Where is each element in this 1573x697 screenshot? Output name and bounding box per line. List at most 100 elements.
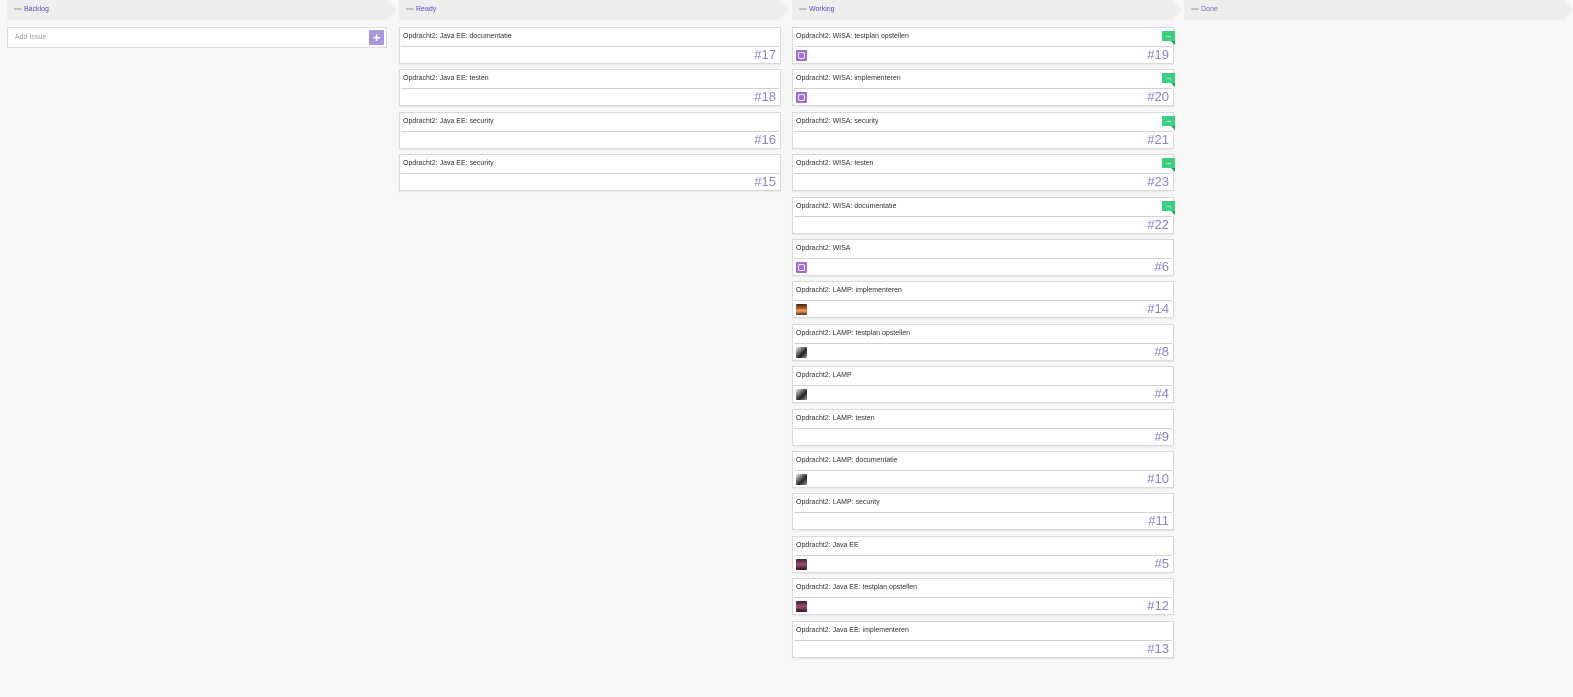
arrow-right-icon[interactable]: →: [1162, 31, 1175, 45]
issue-title[interactable]: Opdracht2: LAMP: [796, 372, 852, 379]
issue-card[interactable]: Opdracht2: LAMP: testen #9: [792, 408, 1174, 446]
issue-card[interactable]: Opdracht2: WISA: testen → #23: [792, 154, 1175, 192]
issue-title[interactable]: Opdracht2: WISA: [796, 245, 850, 252]
issue-card[interactable]: Opdracht2: LAMP: testplan opstellen #8: [792, 323, 1174, 361]
issue-card[interactable]: Opdracht2: Java EE #5: [792, 535, 1174, 573]
issue-card[interactable]: Opdracht2: LAMP #4: [792, 366, 1174, 404]
issue-number-link[interactable]: #22: [1147, 217, 1169, 233]
card-divider: [401, 173, 779, 175]
card-divider: [401, 46, 779, 47]
issue-card[interactable]: Opdracht2: Java EE: documentatie #17: [399, 27, 781, 64]
column-done: Done: [1184, 0, 1573, 20]
column-header-ready[interactable]: Ready: [399, 0, 789, 20]
issue-number-link[interactable]: #10: [1147, 471, 1169, 487]
arrow-right-icon[interactable]: →: [1162, 158, 1175, 173]
dark-photo-avatar[interactable]: [796, 346, 807, 358]
purple-avatar-icon[interactable]: [796, 92, 807, 104]
issue-number-link[interactable]: #4: [1155, 386, 1169, 402]
card-divider: [794, 215, 1172, 217]
card-divider: [794, 512, 1172, 514]
issue-title[interactable]: Opdracht2: WISA: implementeren: [796, 75, 901, 82]
issue-card[interactable]: Opdracht2: LAMP: implementeren #14: [792, 281, 1174, 319]
card-divider: [794, 173, 1172, 175]
issue-title[interactable]: Opdracht2: Java EE: [796, 542, 859, 549]
issue-number-link[interactable]: #21: [1147, 132, 1169, 148]
issue-card[interactable]: Opdracht2: Java EE: testplan opstellen #1…: [792, 578, 1174, 616]
issue-title[interactable]: Opdracht2: WISA: testplan opstellen: [796, 33, 909, 40]
issue-card[interactable]: Opdracht2: Java EE: testen #18: [399, 69, 781, 107]
issue-number-link[interactable]: #11: [1148, 513, 1169, 529]
issue-title[interactable]: Opdracht2: WISA: testen: [796, 160, 873, 167]
drag-handle-icon[interactable]: [1191, 8, 1199, 10]
issue-number-link[interactable]: #16: [754, 132, 776, 148]
issue-card[interactable]: Opdracht2: Java EE: security #16: [399, 111, 781, 149]
pink-photo-avatar[interactable]: [796, 558, 807, 570]
issue-number-link[interactable]: #15: [754, 174, 776, 190]
card-divider: [401, 130, 779, 132]
drag-handle-icon[interactable]: [14, 8, 22, 10]
issue-card[interactable]: Opdracht2: WISA: security → #21: [792, 111, 1175, 149]
issue-card[interactable]: Opdracht2: WISA: implementeren → #20: [792, 69, 1175, 107]
issue-title[interactable]: Opdracht2: WISA: documentatie: [796, 203, 896, 210]
issue-card[interactable]: Opdracht2: WISA: documentatie → #22: [792, 196, 1175, 234]
face-photo-avatar[interactable]: [796, 304, 807, 316]
issue-number-link[interactable]: #6: [1155, 259, 1169, 275]
column-header-backlog[interactable]: Backlog: [7, 0, 397, 20]
card-divider: [794, 470, 1172, 471]
issue-title[interactable]: Opdracht2: Java EE: security: [403, 160, 494, 167]
purple-avatar-icon[interactable]: [796, 262, 807, 273]
column-header-working[interactable]: Working: [792, 0, 1182, 20]
issue-number-link[interactable]: #12: [1147, 598, 1169, 614]
issue-title[interactable]: Opdracht2: Java EE: testen: [403, 75, 489, 82]
column-title: Ready: [416, 6, 437, 13]
issue-title[interactable]: Opdracht2: Java EE: security: [403, 118, 494, 125]
card-divider: [794, 130, 1172, 132]
issue-number-link[interactable]: #9: [1155, 429, 1169, 445]
issue-title[interactable]: Opdracht2: LAMP: documentatie: [796, 457, 898, 464]
dark-photo-avatar[interactable]: [796, 474, 807, 485]
issue-title[interactable]: Opdracht2: LAMP: testen: [796, 415, 875, 422]
issue-card[interactable]: Opdracht2: WISA #6: [792, 239, 1174, 276]
card-divider: [794, 342, 1172, 344]
issue-card[interactable]: Opdracht2: Java EE: implementeren #13: [792, 620, 1174, 658]
drag-handle-icon[interactable]: [799, 8, 807, 10]
issue-number-link[interactable]: #14: [1147, 301, 1169, 317]
add-issue-field[interactable]: Add Issue +: [7, 27, 387, 48]
issue-number-link[interactable]: #19: [1147, 47, 1169, 63]
card-divider: [794, 88, 1172, 90]
add-issue-button[interactable]: +: [369, 30, 384, 45]
issue-card[interactable]: Opdracht2: Java EE: security #15: [399, 154, 781, 192]
issue-number-link[interactable]: #23: [1147, 174, 1169, 190]
column-header-done[interactable]: Done: [1184, 0, 1573, 20]
column-working: Working Opdracht2: WISA: testplan opstel…: [792, 0, 1182, 658]
issue-title[interactable]: Opdracht2: LAMP: testplan opstellen: [796, 330, 910, 337]
issue-card[interactable]: Opdracht2: LAMP: security #11: [792, 493, 1174, 531]
issue-title[interactable]: Opdracht2: Java EE: testplan opstellen: [796, 584, 917, 591]
issue-number-link[interactable]: #20: [1147, 89, 1169, 105]
column-backlog: Backlog Add Issue +: [7, 0, 397, 48]
issue-number-link[interactable]: #17: [754, 47, 776, 63]
arrow-right-icon[interactable]: →: [1162, 115, 1175, 130]
card-divider: [794, 385, 1172, 387]
issue-title[interactable]: Opdracht2: WISA: security: [796, 118, 878, 125]
purple-avatar-icon[interactable]: [796, 50, 807, 61]
card-divider: [794, 427, 1172, 429]
issue-card[interactable]: Opdracht2: WISA: testplan opstellen → #19: [792, 27, 1175, 64]
issue-number-link[interactable]: #18: [754, 89, 776, 105]
issue-title[interactable]: Opdracht2: LAMP: implementeren: [796, 287, 902, 294]
issue-card[interactable]: Opdracht2: LAMP: documentatie #10: [792, 451, 1174, 488]
issue-number-link[interactable]: #13: [1147, 641, 1169, 657]
arrow-right-icon[interactable]: →: [1162, 200, 1175, 215]
dark-photo-avatar[interactable]: [796, 389, 807, 401]
add-issue-placeholder: Add Issue: [15, 34, 47, 41]
issue-title[interactable]: Opdracht2: LAMP: security: [796, 499, 880, 506]
card-divider: [794, 639, 1172, 641]
pink-photo-avatar[interactable]: [796, 601, 807, 613]
column-title: Working: [809, 6, 835, 13]
issue-number-link[interactable]: #8: [1155, 344, 1169, 360]
issue-title[interactable]: Opdracht2: Java EE: implementeren: [796, 627, 909, 634]
issue-number-link[interactable]: #5: [1155, 556, 1169, 572]
issue-title[interactable]: Opdracht2: Java EE: documentatie: [403, 33, 512, 40]
arrow-right-icon[interactable]: →: [1162, 73, 1175, 88]
drag-handle-icon[interactable]: [406, 8, 414, 10]
